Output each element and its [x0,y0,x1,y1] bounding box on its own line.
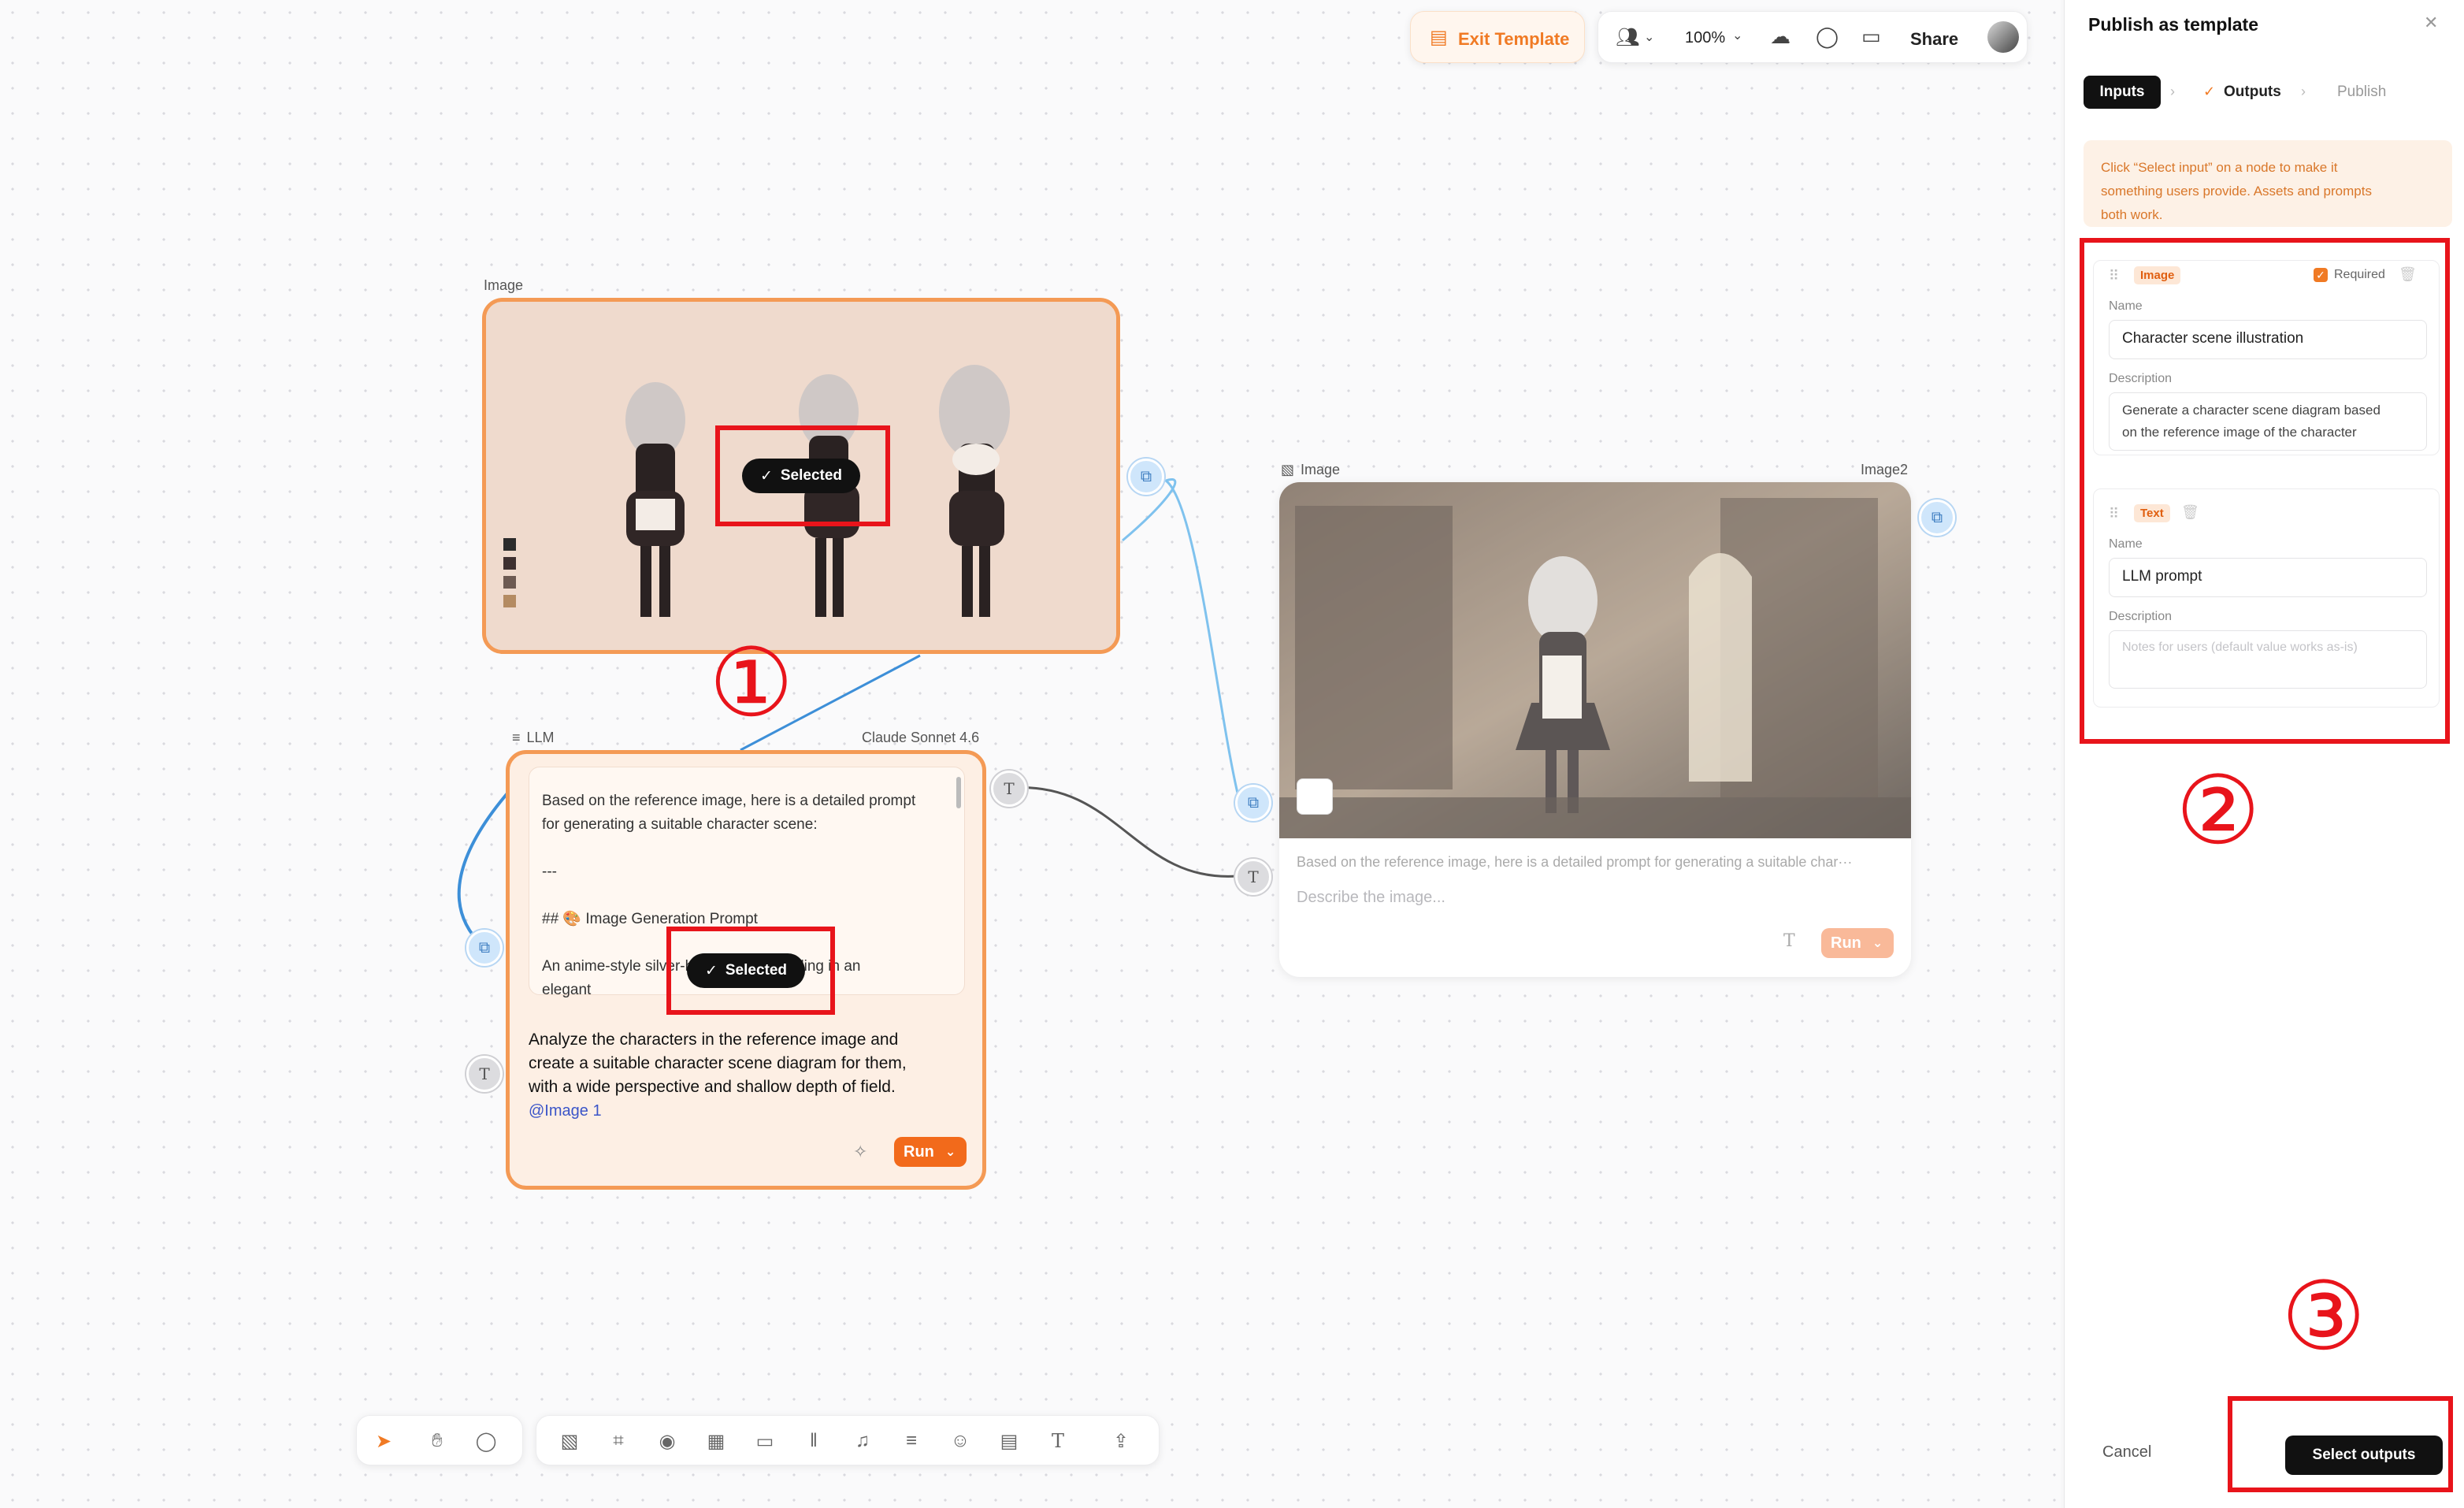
llm-prompt-line-3[interactable]: with a wide perspective and shallow dept… [529,1075,896,1099]
image2-run-button[interactable]: Run ⌄ [1821,928,1894,958]
exit-template-label: Exit Template [1458,29,1570,49]
annotation-box-1 [715,425,890,526]
hand-tool-icon[interactable]: ✋︎ [420,1424,455,1458]
llm-model-name: Claude Sonnet 4.6 [862,730,980,745]
image-output-port[interactable]: ⧉ [1128,459,1164,495]
image-node-label: Image [484,277,524,293]
music-icon[interactable]: ♫ [845,1424,880,1458]
annotation-number-2: ② [2176,756,2261,866]
annotation-box-3 [2228,1396,2453,1492]
hd-icon[interactable]: ▭ [748,1424,782,1458]
chevron-right-icon: › [2301,84,2306,99]
upload-icon[interactable]: ⇪ [1104,1424,1138,1458]
chevron-right-icon: › [2170,84,2175,99]
llm-output-line-2: for generating a suitable character scen… [542,816,818,833]
chevron-down-icon[interactable]: ⌄ [1644,29,1654,45]
camera-icon[interactable]: ◉ [650,1424,685,1458]
image2-text-input-port[interactable]: T [1235,859,1271,895]
image2-output-port[interactable]: ⧉ [1919,500,1955,536]
image2-node-label: ▧ Image [1281,462,1340,478]
llm-prompt-line-2[interactable]: create a suitable character scene diagra… [529,1052,907,1075]
llm-image-input-port[interactable]: ⧉ [466,930,503,966]
publish-template-panel: Publish as template ✕ Inputs › ✓ Outputs… [2064,0,2464,1508]
image2-prompt-preview[interactable]: Based on the reference image, here is a … [1289,849,1902,878]
audio-wave-icon[interactable]: ‖ [796,1424,831,1458]
zoom-level[interactable]: 100% [1685,29,1725,47]
hint-line-2: something users provide. Assets and prom… [2101,184,2372,199]
text-node-icon[interactable]: T [1041,1424,1075,1458]
run-label: Run [904,1142,934,1161]
share-button[interactable]: Share [1910,29,1958,50]
layout-icon[interactable]: ▤ [992,1424,1026,1458]
hint-box: Click “Select input” on a node to make i… [2084,140,2452,227]
zoom-chevron-icon[interactable]: ⌄ [1732,28,1742,43]
image-mention[interactable]: @Image 1 [529,1102,602,1120]
collaborators-icon[interactable]: 👥︎ [1616,26,1639,49]
image2-name: Image2 [1861,462,1909,477]
select-tool-icon[interactable]: ➤ [366,1424,401,1458]
avatar[interactable] [1987,21,2019,53]
generated-scene-image [1279,482,1911,838]
close-icon[interactable]: ✕ [2424,13,2438,33]
llm-output-line-1: Based on the reference image, here is a … [542,793,916,809]
cancel-button[interactable]: Cancel [2102,1443,2151,1462]
step-outputs[interactable]: Outputs [2224,84,2281,101]
image2-image-input-port[interactable]: ⧉ [1235,785,1271,821]
exit-template-button[interactable]: ▤ Exit Template [1410,11,1585,63]
image-node-icon[interactable]: ▧ [552,1424,587,1458]
bottom-toolbar-left: ➤ ✋︎ ◯ [356,1415,523,1465]
check-icon: ✓ [2203,84,2216,99]
crop-icon[interactable]: ⌗ [601,1424,636,1458]
template-icon: ▤ [1430,27,1448,48]
llm-node-icon[interactable]: ≡ [894,1424,929,1458]
folder-icon[interactable]: ▭ [1861,24,1881,49]
llm-text-output-port[interactable]: T [991,771,1027,807]
image-icon: ▧ [1281,462,1295,477]
annotation-box-2 [2080,238,2450,744]
annotation-number-1: ① [709,629,794,738]
film-icon[interactable]: ▦ [699,1424,733,1458]
sparkle-icon[interactable]: ✧ [853,1142,867,1162]
reference-thumbnail[interactable] [1297,778,1333,815]
step-inputs[interactable]: Inputs [2084,76,2161,109]
llm-output-line-3: --- [542,864,557,880]
top-toolbar: 👥︎ ⌄ 100% ⌄ ☁︎ ◯ ▭ Share [1598,11,2028,63]
step-publish[interactable]: Publish [2337,84,2386,101]
hint-line-1: Click “Select input” on a node to make i… [2101,160,2338,175]
text-format-icon[interactable]: T [1783,931,1795,951]
image2-label-text: Image [1301,462,1341,477]
hint-line-3: both work. [2101,207,2163,222]
llm-icon: ≡ [512,730,521,745]
annotation-number-3: ③ [2281,1262,2366,1372]
run-label: Run [1831,934,1861,952]
cloud-sync-icon[interactable]: ☁︎ [1770,24,1790,49]
comment-tool-icon[interactable]: ◯ [469,1424,503,1458]
comment-icon[interactable]: ◯ [1816,24,1839,49]
llm-label-text: LLM [526,730,555,745]
llm-run-button[interactable]: Run ⌄ [894,1137,967,1167]
bottom-toolbar-nodes: ▧ ⌗ ◉ ▦ ▭ ‖ ♫ ≡ ☺ ▤ T ⇪ [536,1415,1160,1465]
chevron-down-icon: ⌄ [1872,937,1883,950]
image-node-generated[interactable]: Based on the reference image, here is a … [1279,482,1911,977]
panel-title: Publish as template [2088,14,2259,35]
llm-node-label: ≡ LLM [512,730,555,746]
llm-output-line-6: elegant [542,982,592,998]
image2-prompt-input[interactable]: Describe the image... [1297,889,1445,907]
scrollbar[interactable] [956,777,961,808]
chevron-down-icon: ⌄ [944,1146,956,1159]
llm-prompt-line-1[interactable]: Analyze the characters in the reference … [529,1028,898,1052]
annotation-box-llm [666,927,835,1015]
llm-text-input-port[interactable]: T [466,1056,503,1092]
person-icon[interactable]: ☺ [943,1424,978,1458]
